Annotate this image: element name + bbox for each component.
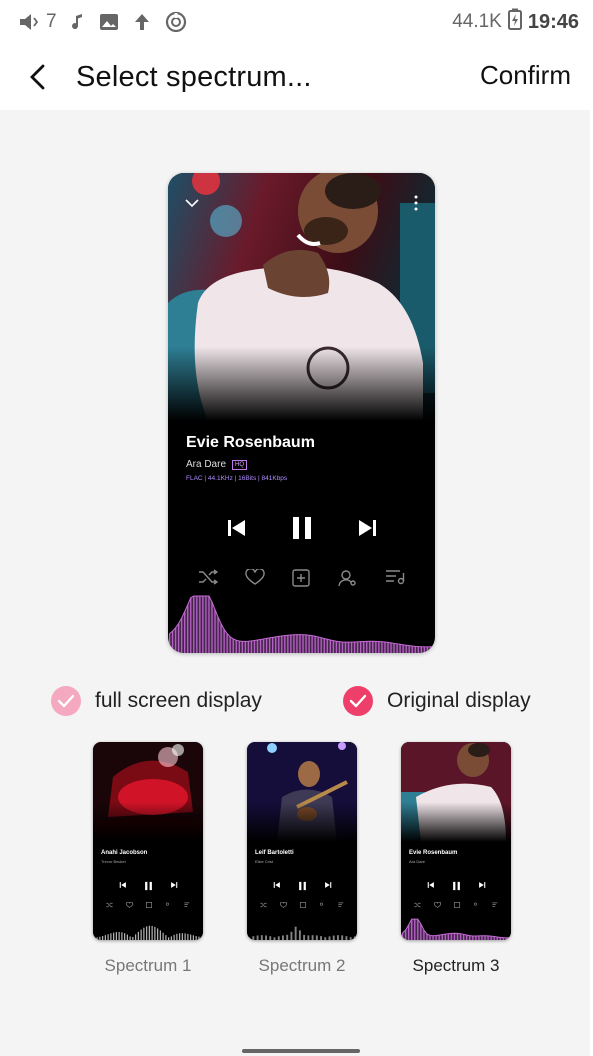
checkmark-icon: [57, 694, 75, 708]
artist-profile-icon: [473, 902, 477, 906]
full-screen-label: full screen display: [95, 689, 262, 712]
checkmark-icon: [349, 694, 367, 708]
audio-format-info: FLAC | 44.1KHz | 16Bits | 841Kbps: [186, 475, 288, 482]
spectrum-2-visualizer: [248, 926, 356, 940]
header: Select spectrum... Confirm: [0, 44, 593, 110]
original-display-option[interactable]: Original display: [343, 686, 531, 716]
shuffle-icon: [259, 902, 267, 908]
previous-track-icon: [273, 882, 280, 888]
queue-list-icon: [491, 902, 497, 907]
pause-icon: [144, 881, 152, 891]
thumb-controls: [247, 881, 357, 891]
thumb-controls: [401, 881, 511, 891]
sync-circle-icon: [165, 11, 187, 33]
full-screen-display-option[interactable]: full screen display: [51, 686, 262, 716]
heart-icon: [125, 902, 133, 908]
album-art-image: [168, 173, 435, 421]
concert-art-image: [93, 742, 203, 842]
collapse-chevron-icon[interactable]: [184, 197, 200, 209]
thumb-song-title: Anahi Jacobson: [101, 850, 148, 856]
music-note-icon: [71, 12, 85, 32]
original-display-label: Original display: [387, 689, 531, 712]
artist-name: Ara Dare: [186, 459, 227, 470]
spectrum-option-1[interactable]: Anahi Jacobson Trevor Becker: [93, 742, 203, 940]
status-bar: 7 44.1K 19:46: [0, 0, 593, 44]
queue-list-icon: [337, 902, 343, 907]
spectrum-visualizer: [168, 595, 435, 653]
thumb-actions: [247, 902, 357, 908]
previous-track-icon: [119, 882, 126, 888]
notification-count: 7: [46, 11, 57, 32]
more-options-icon[interactable]: [413, 195, 419, 211]
previous-track-icon: [427, 882, 434, 888]
shuffle-icon: [198, 569, 218, 585]
home-indicator[interactable]: [242, 1049, 360, 1053]
artist-profile-icon: [338, 570, 356, 587]
add-to-playlist-icon: [292, 569, 311, 587]
image-icon: [99, 13, 119, 31]
spectrum-2-label[interactable]: Spectrum 2: [232, 956, 372, 976]
thumb-artist: Trevor Becker: [101, 859, 126, 864]
spectrum-option-3[interactable]: Evie Rosenbaum Ara Dare: [401, 742, 511, 940]
back-arrow-icon: [30, 64, 45, 90]
album-art-image: [401, 742, 511, 842]
upload-arrow-icon: [133, 12, 151, 32]
queue-list-icon: [386, 570, 405, 585]
volume-icon: [18, 12, 44, 32]
add-to-playlist-icon: [145, 902, 152, 908]
confirm-button[interactable]: Confirm: [480, 60, 571, 91]
thumb-song-title: Leif Bartoletti: [255, 850, 294, 856]
pause-icon: [452, 881, 460, 891]
pause-icon: [292, 517, 311, 539]
spectrum-3-label[interactable]: Spectrum 3: [386, 956, 526, 976]
original-display-checkbox[interactable]: [343, 686, 373, 716]
thumb-song-title: Evie Rosenbaum: [409, 850, 458, 856]
next-track-icon: [358, 520, 376, 536]
next-track-icon: [170, 882, 177, 888]
thumb-actions: [401, 902, 511, 908]
spectrum-option-2[interactable]: Leif Bartoletti Elsie Crist: [247, 742, 357, 940]
previous-track-icon: [227, 520, 245, 536]
thumb-artist: Elsie Crist: [255, 859, 274, 864]
song-title: Evie Rosenbaum: [186, 434, 315, 451]
thumb-controls: [93, 881, 203, 891]
back-button[interactable]: [8, 47, 66, 107]
heart-icon: [245, 569, 265, 585]
battery-icon: [507, 8, 522, 36]
spectrum-preview: Evie Rosenbaum Ara Dare HQ FLAC | 44.1KH…: [168, 173, 435, 653]
add-to-playlist-icon: [453, 902, 460, 908]
thumb-artist: Ara Dare: [409, 859, 426, 864]
network-speed: 44.1K: [452, 11, 502, 32]
screen: 7 44.1K 19:46 Select spectrum... Confirm…: [0, 0, 593, 1056]
status-icons-right: 44.1K 19:46: [452, 8, 579, 36]
queue-list-icon: [183, 902, 189, 907]
shuffle-icon: [413, 902, 421, 908]
shuffle-icon: [105, 902, 113, 908]
spectrum-3-visualizer: [401, 918, 511, 940]
action-row: [168, 569, 435, 587]
thumb-actions: [93, 902, 203, 908]
full-screen-checkbox[interactable]: [51, 686, 81, 716]
heart-icon: [279, 902, 287, 908]
spectrum-1-visualizer: [93, 925, 203, 940]
pause-icon: [298, 881, 306, 891]
quality-badge: HQ: [232, 459, 248, 470]
next-track-icon: [324, 882, 331, 888]
spectrum-1-label[interactable]: Spectrum 1: [78, 956, 218, 976]
artist-profile-icon: [319, 902, 323, 906]
artist-row: Ara Dare HQ: [186, 459, 248, 470]
clock: 19:46: [527, 10, 579, 33]
add-to-playlist-icon: [299, 902, 306, 908]
page-title: Select spectrum...: [76, 60, 312, 93]
status-icons-left: 7: [18, 11, 187, 33]
heart-icon: [433, 902, 441, 908]
next-track-icon: [478, 882, 485, 888]
artist-profile-icon: [165, 902, 169, 906]
playback-controls: [168, 515, 435, 541]
guitarist-art-image: [247, 742, 357, 842]
